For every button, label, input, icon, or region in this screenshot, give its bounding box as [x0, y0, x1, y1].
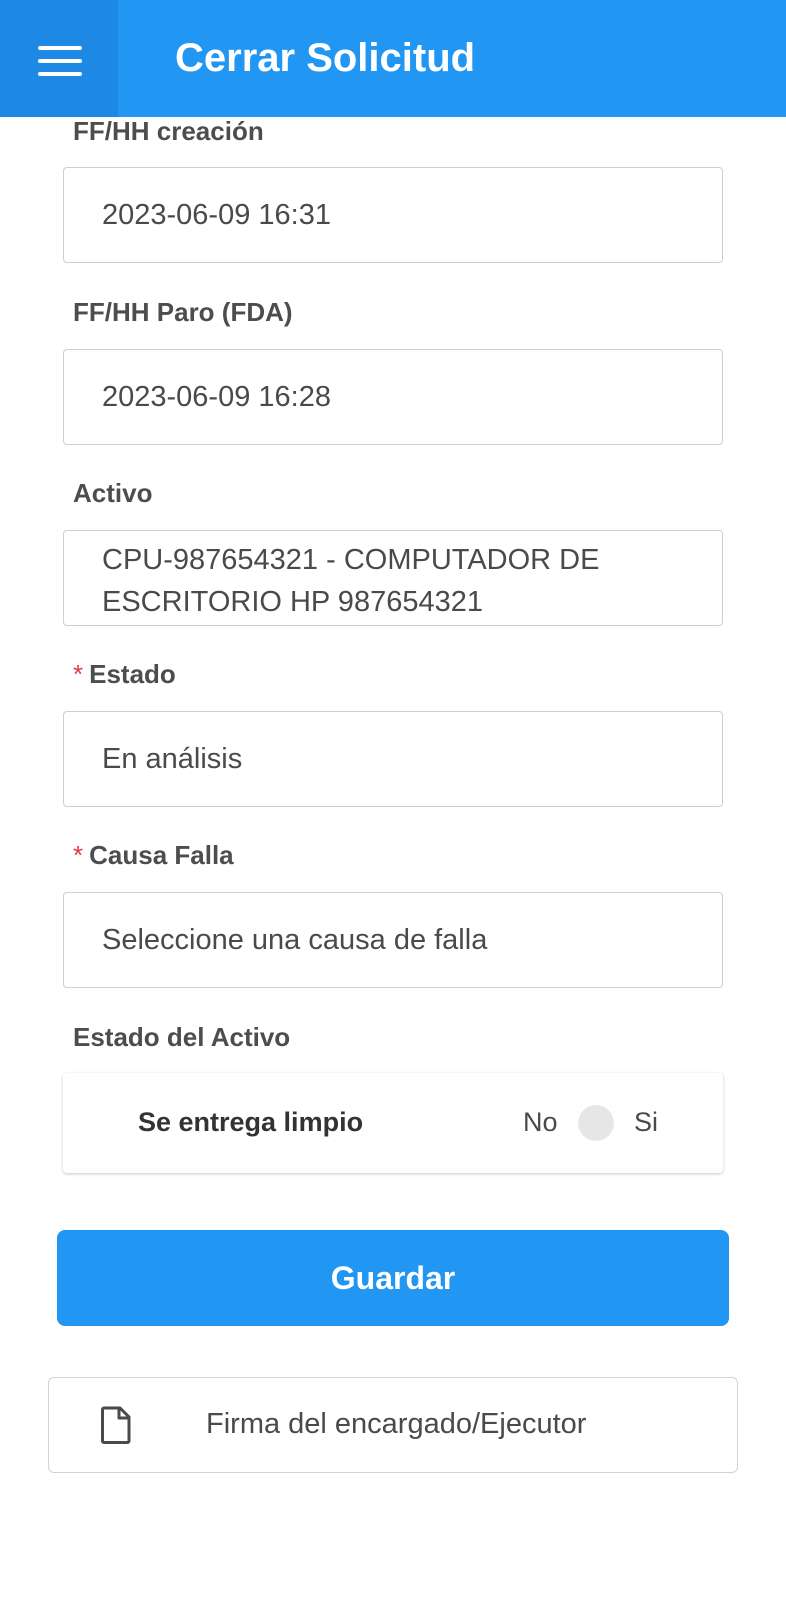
- page-title: Cerrar Solicitud: [175, 36, 476, 80]
- asset-label: Activo: [73, 478, 153, 508]
- creation-date-label: FF/HH creación: [73, 116, 264, 146]
- asset-field[interactable]: CPU-987654321 - COMPUTADOR DE ESCRITORIO…: [63, 530, 723, 626]
- switch-si-label: Si: [634, 1107, 659, 1137]
- status-value: En análisis: [102, 742, 243, 775]
- creation-date-value: 2023-06-09 16:31: [102, 198, 331, 231]
- signature-label: Firma del encargado/Ejecutor: [206, 1408, 587, 1440]
- document-icon: [101, 1406, 131, 1444]
- asset-state-label: Estado del Activo: [73, 1022, 291, 1052]
- failure-cause-label: * Causa Falla: [73, 840, 234, 871]
- stop-date-value: 2023-06-09 16:28: [102, 380, 331, 413]
- clean-delivery-toggle[interactable]: [578, 1105, 614, 1141]
- stop-date-label: FF/HH Paro (FDA): [73, 297, 293, 327]
- required-mark: *: [73, 659, 84, 689]
- stop-date-field[interactable]: 2023-06-09 16:28: [63, 349, 723, 445]
- asset-value: CPU-987654321 - COMPUTADOR DE ESCRITORIO…: [102, 544, 600, 618]
- signature-button[interactable]: Firma del encargado/Ejecutor: [48, 1377, 738, 1473]
- switch-no-label: No: [523, 1107, 558, 1137]
- status-select[interactable]: En análisis: [63, 711, 723, 807]
- app-bar: Cerrar Solicitud: [0, 0, 786, 117]
- menu-button[interactable]: [0, 0, 118, 117]
- failure-cause-placeholder: Seleccione una causa de falla: [102, 923, 488, 956]
- status-label: * Estado: [73, 659, 176, 690]
- required-mark: *: [73, 840, 84, 870]
- creation-date-field[interactable]: 2023-06-09 16:31: [63, 167, 723, 263]
- save-button[interactable]: Guardar: [57, 1230, 729, 1326]
- clean-delivery-card: Se entrega limpio No Si: [63, 1073, 723, 1173]
- status-label-text: Estado: [89, 659, 176, 689]
- clean-delivery-label: Se entrega limpio: [138, 1107, 364, 1137]
- failure-cause-select[interactable]: Seleccione una causa de falla: [63, 892, 723, 988]
- failure-cause-label-text: Causa Falla: [89, 840, 234, 870]
